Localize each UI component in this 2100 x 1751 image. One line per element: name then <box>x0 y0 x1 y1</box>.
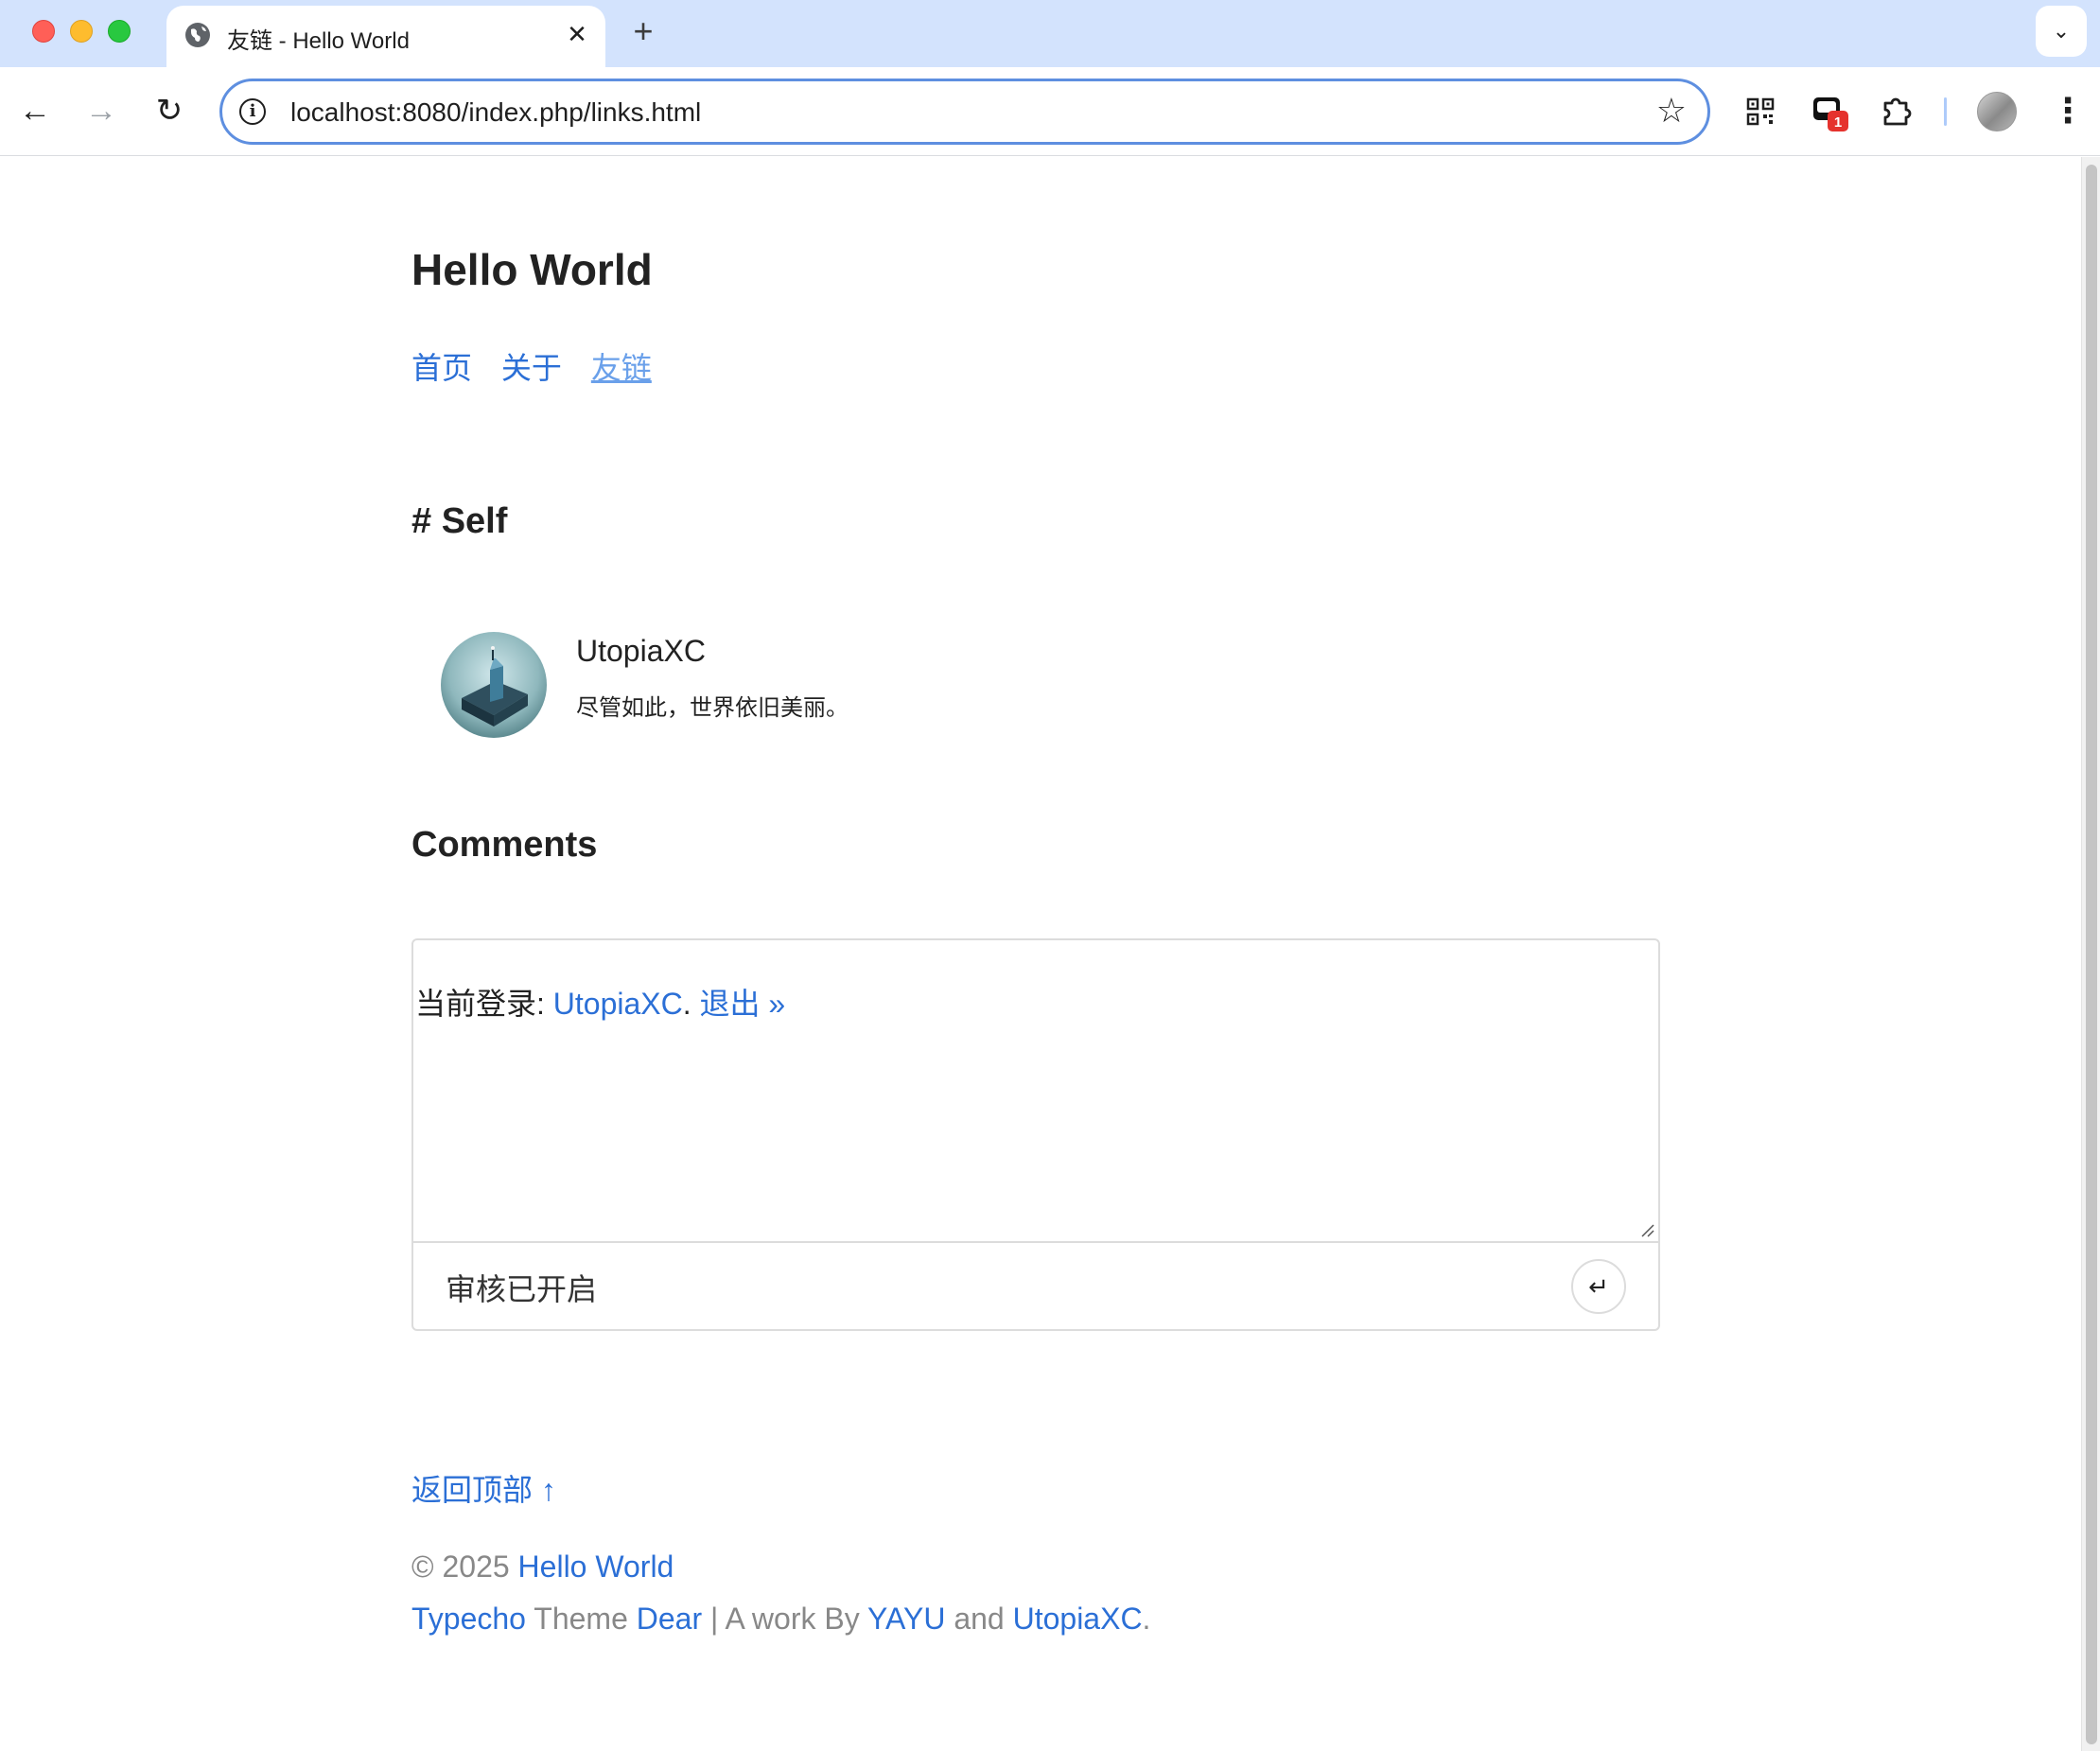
nav-link-home[interactable]: 首页 <box>411 351 472 385</box>
login-status: 当前登录: UtopiaXC. 退出 » <box>415 980 785 1024</box>
avatar-image-icon <box>441 632 547 738</box>
toolbar-divider <box>1944 97 1947 126</box>
footer-copyright: © 2025 Hello World <box>411 1550 674 1585</box>
login-user-link[interactable]: UtopiaXC <box>553 987 683 1021</box>
fullscreen-window-button[interactable] <box>108 20 131 43</box>
footer-credits: Typecho Theme Dear | A work By YAYU and … <box>411 1602 1150 1637</box>
friend-name[interactable]: UtopiaXC <box>576 634 706 669</box>
nav-link-friends[interactable]: 友链 <box>591 351 652 385</box>
login-prefix: 当前登录: <box>415 987 553 1021</box>
site-title: Hello World <box>411 245 653 294</box>
browser-tabstrip: 友链 - Hello World ✕ + ⌄ <box>0 0 2100 67</box>
extension-badge-count: 1 <box>1834 114 1842 131</box>
logout-link[interactable]: 退出 » <box>700 987 786 1021</box>
friend-description: 尽管如此，世界依旧美丽。 <box>576 695 849 721</box>
scrollbar-thumb[interactable] <box>2086 165 2097 1744</box>
copyright-prefix: © 2025 <box>411 1550 518 1584</box>
active-tab[interactable]: 友链 - Hello World ✕ <box>166 6 605 67</box>
minimize-window-button[interactable] <box>70 20 93 43</box>
theme-dear-link[interactable]: Dear <box>637 1602 702 1636</box>
login-separator: . <box>682 987 700 1021</box>
qr-code-extension-icon[interactable] <box>1737 88 1784 135</box>
url-text[interactable]: localhost:8080/index.php/links.html <box>290 97 701 128</box>
back-button[interactable]: ← <box>13 90 57 133</box>
author-utopiaxc-link[interactable]: UtopiaXC <box>1013 1602 1143 1636</box>
new-tab-button[interactable]: + <box>624 13 662 51</box>
author-yayu-link[interactable]: YAYU <box>867 1602 945 1636</box>
moderation-status: 审核已开启 <box>446 1272 598 1306</box>
message-extension-icon[interactable]: 1 <box>1805 88 1852 135</box>
section-title-self: # Self <box>411 501 508 541</box>
back-to-top-link[interactable]: 返回顶部 ↑ <box>411 1466 556 1510</box>
friend-avatar[interactable] <box>441 632 547 738</box>
page-scrollbar[interactable] <box>2081 157 2100 1751</box>
bookmark-star-icon[interactable]: ☆ <box>1656 91 1687 131</box>
friend-link-card[interactable]: UtopiaXC 尽管如此，世界依旧美丽。 <box>441 630 1103 740</box>
work-by-text: | A work By <box>702 1602 868 1636</box>
submit-comment-button[interactable]: ↵ <box>1571 1259 1626 1314</box>
nav-link-about[interactable]: 关于 <box>501 351 562 385</box>
and-text: and <box>945 1602 1013 1636</box>
theme-word: Theme <box>525 1602 637 1636</box>
extensions-puzzle-icon[interactable] <box>1873 88 1920 135</box>
footer-site-link[interactable]: Hello World <box>518 1550 674 1584</box>
tab-search-button[interactable]: ⌄ <box>2036 6 2087 57</box>
tab-title: 友链 - Hello World <box>227 28 410 54</box>
browser-toolbar: ← → ↻ i localhost:8080/index.php/links.h… <box>0 67 2100 156</box>
reload-button[interactable]: ↻ <box>148 90 191 133</box>
comment-textarea[interactable]: 当前登录: UtopiaXC. 退出 » <box>413 940 1658 1243</box>
browser-menu-icon[interactable]: ⋮ <box>2051 90 2085 133</box>
close-window-button[interactable] <box>32 20 55 43</box>
comments-title: Comments <box>411 825 598 865</box>
site-nav: 首页 关于 友链 <box>411 344 673 388</box>
resize-handle-icon[interactable] <box>1639 1222 1654 1237</box>
profile-avatar[interactable] <box>1977 92 2017 131</box>
forward-button[interactable]: → <box>79 90 123 133</box>
globe-icon <box>185 23 210 47</box>
end-period: . <box>1142 1602 1151 1636</box>
close-tab-icon[interactable]: ✕ <box>562 19 592 49</box>
site-info-icon[interactable]: i <box>239 98 266 125</box>
comment-form: 当前登录: UtopiaXC. 退出 » 审核已开启 ↵ <box>411 938 1660 1331</box>
address-bar[interactable]: i localhost:8080/index.php/links.html ☆ <box>219 79 1710 145</box>
typecho-link[interactable]: Typecho <box>411 1602 526 1636</box>
